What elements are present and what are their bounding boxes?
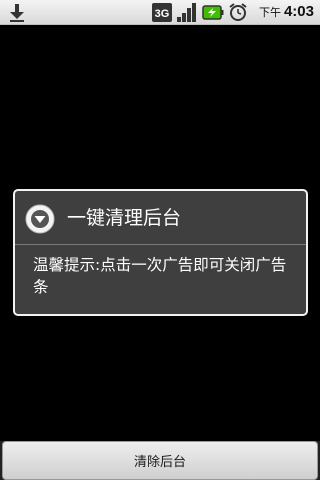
dialog-divider (15, 244, 306, 245)
download-icon (10, 4, 24, 22)
clock-ampm: 下午 (258, 6, 281, 19)
dropdown-circle-icon (25, 204, 55, 234)
battery-charging-icon (202, 5, 224, 20)
dialog-title: 一键清理后台 (67, 207, 182, 229)
dialog-message: 温馨提示:点击一次广告即可关闭广告条 (33, 256, 287, 296)
clear-background-button[interactable]: 清除后台 (2, 441, 318, 480)
svg-text:3G: 3G (155, 8, 170, 20)
3g-icon: 3G (152, 3, 172, 22)
status-bar: 3G 下午 4:03 (0, 0, 320, 25)
bottom-bar: 清除后台 (0, 441, 320, 480)
alarm-icon (229, 3, 247, 21)
screen: 3G 下午 4:03 一键清理后台 温馨提示:点击一次广告即可关闭广告条 清除后… (0, 0, 320, 480)
signal-icon (177, 3, 196, 22)
cleanup-dialog: 一键清理后台 温馨提示:点击一次广告即可关闭广告条 (13, 189, 308, 316)
dialog-header: 一键清理后台 (15, 191, 306, 245)
clock-time: 4:03 (283, 3, 314, 20)
clock: 下午 4:03 (259, 3, 314, 23)
